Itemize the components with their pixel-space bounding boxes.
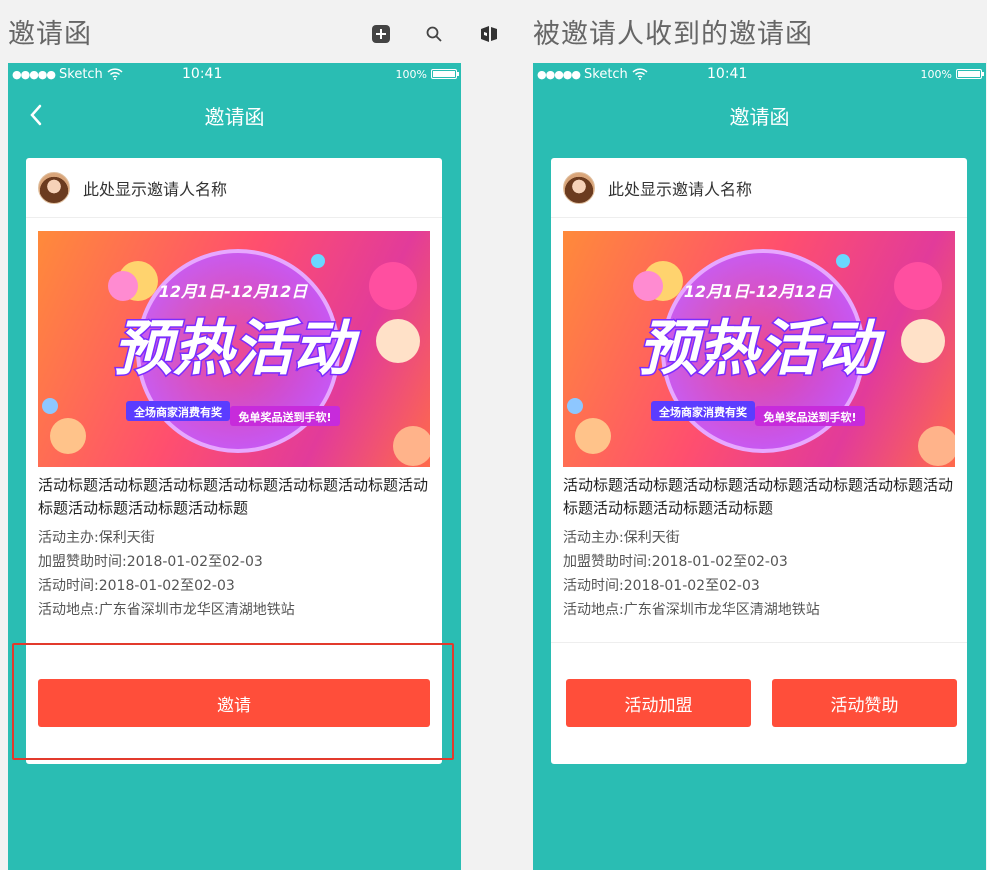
event-banner: 12月1日-12月12日 预热活动 全场商家消费有奖 免单奖品送到手软! <box>563 231 955 467</box>
sponsor-event-button[interactable]: 活动赞助 <box>772 679 957 727</box>
inviter-name: 此处显示邀请人名称 <box>83 179 228 199</box>
signal-dots-icon: ●●●●● <box>12 67 56 81</box>
banner-tag-right: 免单奖品送到手软! <box>763 410 856 424</box>
banner-headline: 预热活动 <box>638 314 886 384</box>
invite-button[interactable]: 邀请 <box>38 679 430 727</box>
banner-date-range: 12月1日-12月12日 <box>159 282 309 301</box>
banner-tag-left: 全场商家消费有奖 <box>658 405 748 419</box>
nav-title: 邀请函 <box>729 104 790 129</box>
avatar <box>563 171 595 204</box>
event-time: 活动时间:2018-01-02至02-03 <box>38 578 235 594</box>
nav-bar: 邀请函 <box>533 93 986 137</box>
search-icon[interactable] <box>424 24 444 44</box>
inviter-name: 此处显示邀请人名称 <box>608 179 753 199</box>
signal-dots-icon: ●●●●● <box>537 67 581 81</box>
nav-bar: 邀请函 <box>8 93 461 137</box>
status-time: 10:41 <box>707 66 748 82</box>
back-button[interactable] <box>24 103 48 127</box>
event-join-sponsor-time: 加盟赞助时间:2018-01-02至02-03 <box>563 554 788 570</box>
event-join-sponsor-time: 加盟赞助时间:2018-01-02至02-03 <box>38 554 263 570</box>
event-organizer: 活动主办:保利天街 <box>563 530 680 546</box>
event-location: 活动地点:广东省深圳市龙华区清湖地铁站 <box>38 602 295 618</box>
board-title-inviter: 邀请函 <box>8 19 92 50</box>
event-time: 活动时间:2018-01-02至02-03 <box>563 578 760 594</box>
status-bar: ●●●●● Sketch 10:41 100% <box>533 63 986 85</box>
carrier-label: Sketch <box>584 66 628 82</box>
inviter-row: 此处显示邀请人名称 <box>551 158 967 218</box>
invitation-card: 此处显示邀请人名称 12月1日-12月12日 预热活动 全场商家消费有奖 免单奖… <box>26 158 442 764</box>
battery-percent: 100% <box>395 67 427 81</box>
invitation-card: 此处显示邀请人名称 12月1日-12月12日 预热活动 全场商家消费有奖 免单奖… <box>551 158 967 764</box>
wifi-icon <box>632 68 648 80</box>
phone-screen-invitee: ●●●●● Sketch 10:41 100% 邀请函 此处显示邀请人名称 12… <box>533 63 986 870</box>
battery-icon <box>956 69 984 79</box>
event-location: 活动地点:广东省深圳市龙华区清湖地铁站 <box>563 602 820 618</box>
status-time: 10:41 <box>182 66 223 82</box>
divider <box>551 642 967 643</box>
banner-date-range: 12月1日-12月12日 <box>684 282 834 301</box>
avatar <box>38 171 70 204</box>
phone-screen-inviter: ●●●●● Sketch 10:41 100% 邀请函 此处显示邀请人名称 12… <box>8 63 461 870</box>
chevron-left-icon <box>30 104 42 126</box>
banner-headline: 预热活动 <box>113 314 361 384</box>
inviter-row: 此处显示邀请人名称 <box>26 158 442 218</box>
battery-icon <box>431 69 459 79</box>
banner-tag-right: 免单奖品送到手软! <box>238 410 331 424</box>
status-bar: ●●●●● Sketch 10:41 100% <box>8 63 461 85</box>
event-title: 活动标题活动标题活动标题活动标题活动标题活动标题活动标题活动标题活动标题活动标题 <box>563 476 954 517</box>
banner-tag-left: 全场商家消费有奖 <box>133 405 223 419</box>
layers-icon[interactable] <box>479 24 499 44</box>
nav-title: 邀请函 <box>204 104 265 129</box>
event-info: 活动主办:保利天街 加盟赞助时间:2018-01-02至02-03 活动时间:2… <box>38 526 434 622</box>
event-organizer: 活动主办:保利天街 <box>38 530 155 546</box>
board-title-invitee: 被邀请人收到的邀请函 <box>533 19 813 50</box>
event-title: 活动标题活动标题活动标题活动标题活动标题活动标题活动标题活动标题活动标题活动标题 <box>38 476 429 517</box>
event-info: 活动主办:保利天街 加盟赞助时间:2018-01-02至02-03 活动时间:2… <box>563 526 959 622</box>
battery-percent: 100% <box>920 67 952 81</box>
wifi-icon <box>107 68 123 80</box>
carrier-label: Sketch <box>59 66 103 82</box>
join-event-button[interactable]: 活动加盟 <box>566 679 751 727</box>
event-banner: 12月1日-12月12日 预热活动 全场商家消费有奖 免单奖品送到手软! <box>38 231 430 467</box>
add-icon[interactable] <box>371 24 391 44</box>
